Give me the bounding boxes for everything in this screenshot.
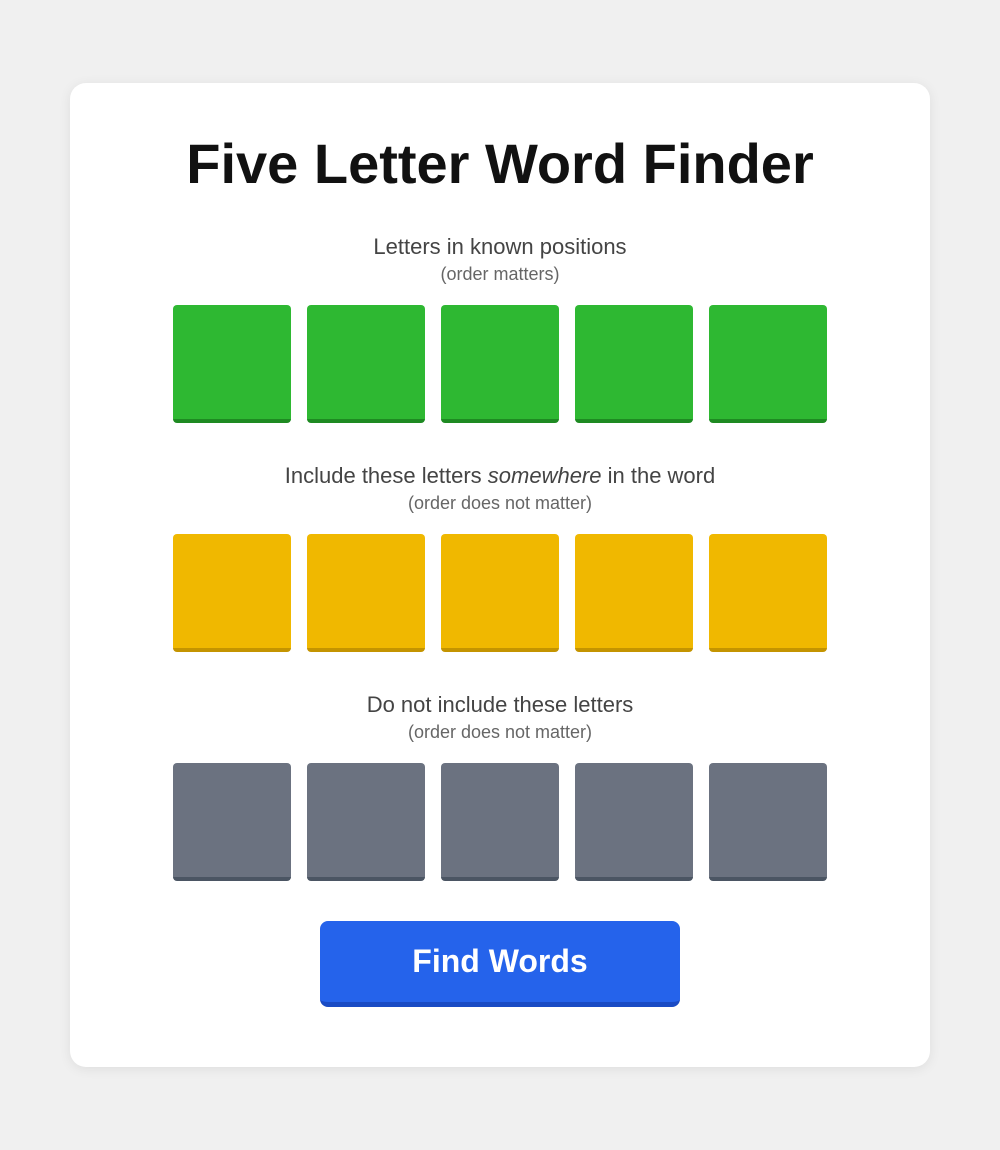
find-words-button[interactable]: Find Words [320,921,680,1007]
include-letters-tiles [130,534,870,652]
include-tile-5[interactable] [709,534,827,652]
known-tile-1[interactable] [173,305,291,423]
include-label-pre: Include these letters [285,463,488,488]
known-tile-3[interactable] [441,305,559,423]
exclude-tile-5[interactable] [709,763,827,881]
exclude-letters-section: Do not include these letters (order does… [130,692,870,881]
known-positions-label: Letters in known positions [130,234,870,260]
known-positions-tiles [130,305,870,423]
exclude-tile-1[interactable] [173,763,291,881]
known-tile-5[interactable] [709,305,827,423]
include-label-post: in the word [602,463,716,488]
exclude-tile-2[interactable] [307,763,425,881]
include-tile-1[interactable] [173,534,291,652]
include-tile-2[interactable] [307,534,425,652]
known-tile-2[interactable] [307,305,425,423]
include-label-em: somewhere [488,463,602,488]
known-tile-4[interactable] [575,305,693,423]
exclude-tile-3[interactable] [441,763,559,881]
exclude-letters-label: Do not include these letters [130,692,870,718]
exclude-letters-tiles [130,763,870,881]
page-title: Five Letter Word Finder [130,133,870,195]
include-tile-4[interactable] [575,534,693,652]
exclude-letters-sublabel: (order does not matter) [130,722,870,743]
exclude-tile-4[interactable] [575,763,693,881]
include-letters-label: Include these letters somewhere in the w… [130,463,870,489]
main-card: Five Letter Word Finder Letters in known… [70,83,930,1068]
include-letters-sublabel: (order does not matter) [130,493,870,514]
known-positions-section: Letters in known positions (order matter… [130,234,870,423]
known-positions-sublabel: (order matters) [130,264,870,285]
include-letters-section: Include these letters somewhere in the w… [130,463,870,652]
include-tile-3[interactable] [441,534,559,652]
